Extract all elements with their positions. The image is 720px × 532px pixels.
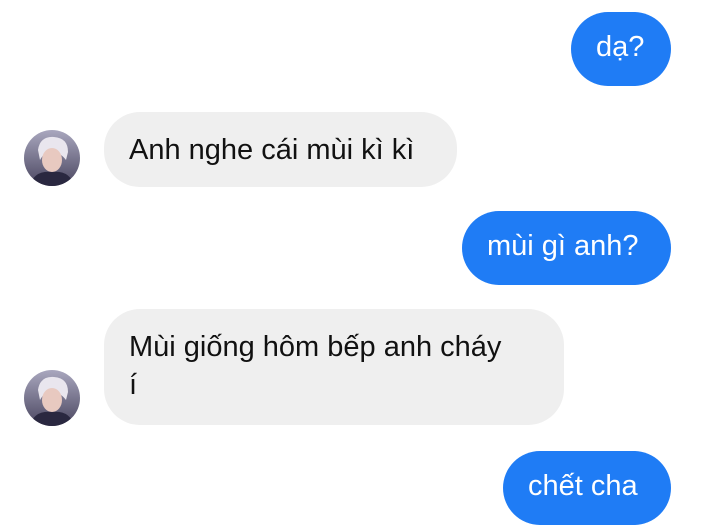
message-text-line: í xyxy=(129,369,138,401)
chat-thread: dạ? Anh nghe cái mùi kì kì mùi gì anh? M… xyxy=(0,0,720,532)
incoming-message-bubble[interactable]: Mùi giống hôm bếp anh cháy í xyxy=(104,309,564,425)
outgoing-message-bubble[interactable]: dạ? xyxy=(571,12,671,86)
incoming-message-bubble[interactable]: Anh nghe cái mùi kì kì xyxy=(104,112,457,187)
contact-avatar-icon xyxy=(24,370,80,426)
contact-avatar-icon xyxy=(24,130,80,186)
outgoing-message-bubble[interactable]: chết cha xyxy=(503,451,671,525)
outgoing-message-bubble[interactable]: mùi gì anh? xyxy=(462,211,671,285)
message-text: dạ? xyxy=(596,31,645,63)
message-text-line: Mùi giống hôm bếp anh cháy xyxy=(129,331,502,363)
message-text: chết cha xyxy=(528,470,638,502)
message-text: mùi gì anh? xyxy=(487,230,639,262)
message-text: Anh nghe cái mùi kì kì xyxy=(129,134,415,166)
contact-avatar[interactable] xyxy=(24,130,80,186)
contact-avatar[interactable] xyxy=(24,370,80,426)
